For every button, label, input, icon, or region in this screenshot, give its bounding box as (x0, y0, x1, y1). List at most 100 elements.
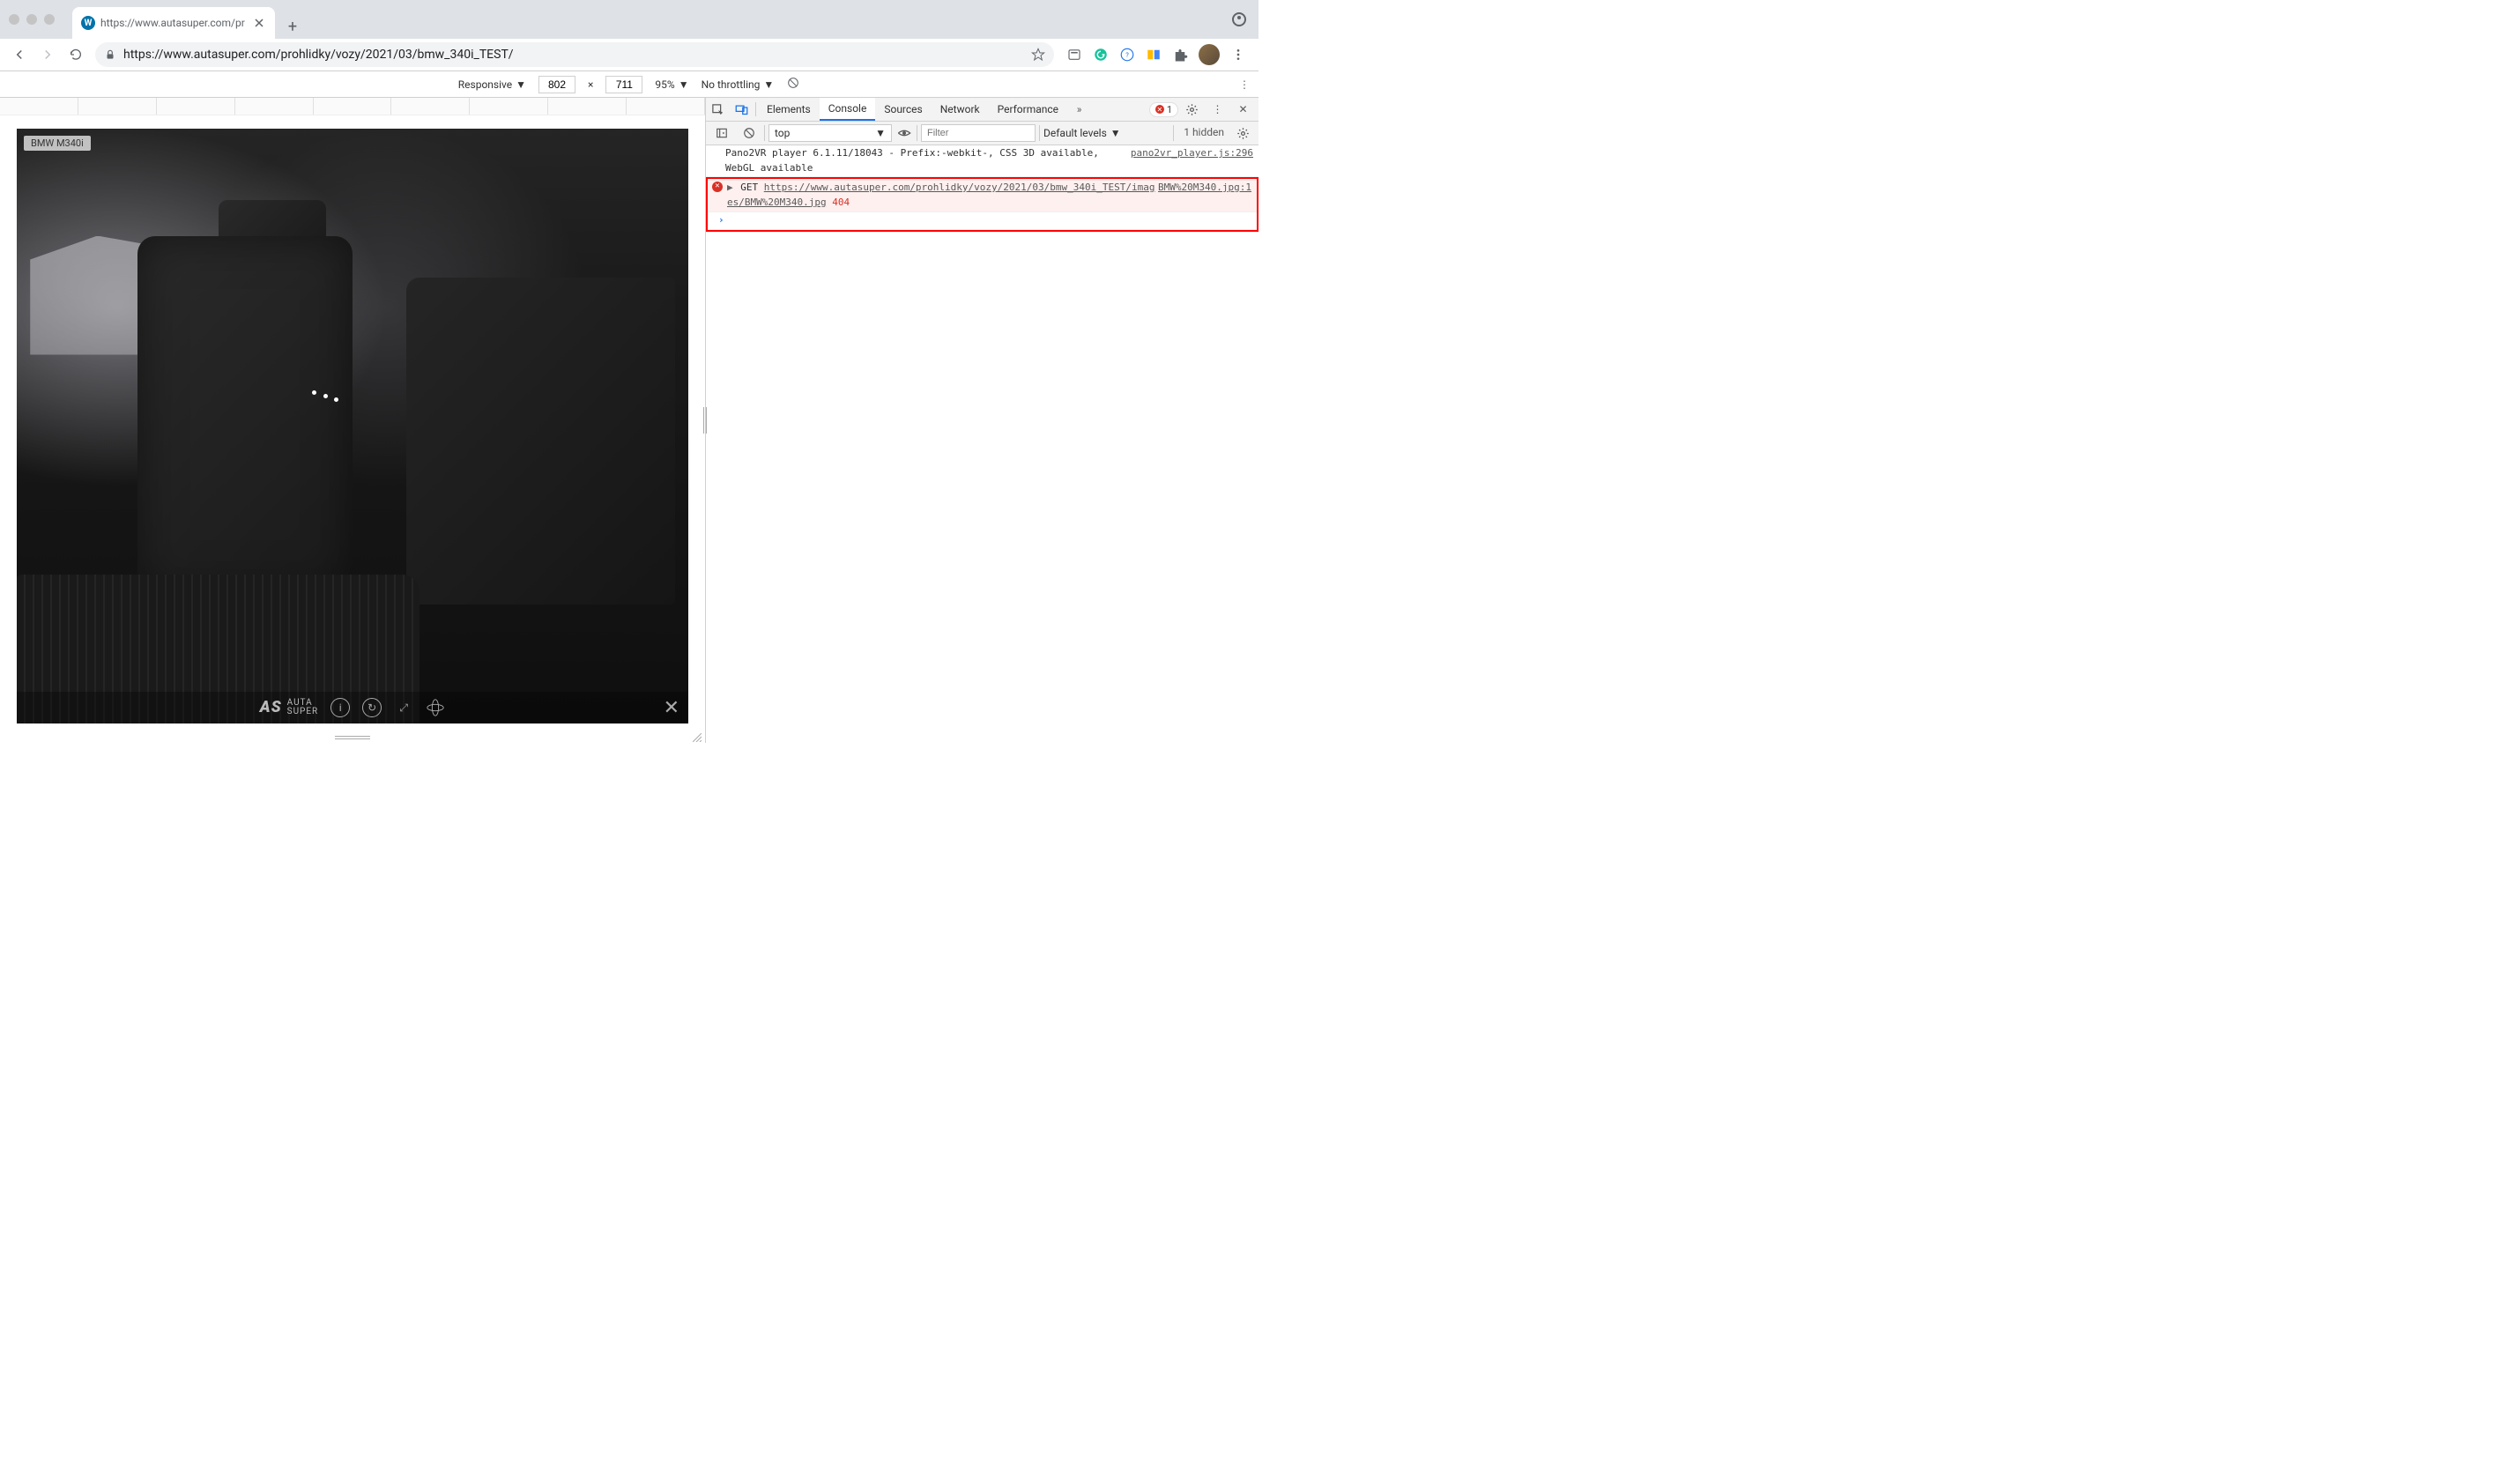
console-prompt[interactable]: › (708, 212, 1257, 230)
panorama-image (17, 129, 688, 723)
device-mode-select[interactable]: Responsive ▼ (458, 78, 526, 91)
hidden-count[interactable]: 1 hidden (1173, 125, 1228, 141)
tab-network[interactable]: Network (932, 98, 989, 121)
zoom-label: 95% (655, 78, 674, 91)
chrome-menu-icon[interactable] (1230, 47, 1246, 63)
console-settings-gear-icon[interactable] (1231, 122, 1255, 145)
devtools-tabbar: Elements Console Sources Network Perform… (706, 98, 1258, 122)
tab-sources[interactable]: Sources (875, 98, 931, 121)
close-tab-icon[interactable] (252, 16, 266, 30)
profile-avatar[interactable] (1199, 44, 1220, 65)
error-count-badge[interactable]: ✕ 1 (1149, 102, 1178, 117)
chevron-down-icon: ▼ (875, 127, 886, 139)
device-toolbar: Responsive ▼ × 95% ▼ No throttling ▼ ⋮ (0, 71, 1258, 98)
back-button[interactable] (7, 42, 32, 67)
http-status: 404 (832, 197, 850, 208)
log-levels-select[interactable]: Default levels ▼ (1043, 127, 1121, 139)
extensions-puzzle-icon[interactable] (1172, 47, 1188, 63)
live-expression-icon[interactable] (895, 126, 913, 140)
reload-button[interactable] (63, 42, 88, 67)
maximize-window-button[interactable] (44, 14, 55, 25)
browser-chrome: W https://www.autasuper.com/pr + https:/… (0, 0, 1258, 71)
console-log-line: Pano2VR player 6.1.11/18043 - Prefix:-we… (706, 145, 1258, 177)
error-url[interactable]: https://www.autasuper.com/prohlidky/vozy… (727, 182, 1155, 208)
rotate-icon[interactable] (786, 76, 800, 93)
error-dot-icon: ✕ (712, 182, 723, 192)
log-levels-label: Default levels (1043, 127, 1107, 139)
device-toolbar-menu-icon[interactable]: ⋮ (1239, 78, 1250, 91)
log-source-link[interactable]: pano2vr_player.js:296 (1131, 146, 1253, 175)
device-mode-toggle-icon[interactable] (730, 98, 754, 122)
viewport-container: BMW M340i AS AUTASUPER i ↻ ⤢ ✕ (0, 115, 705, 743)
expand-arrow-icon[interactable]: ▶ (727, 182, 733, 193)
viewport-height-input[interactable] (605, 76, 642, 93)
chevron-down-icon: ▼ (763, 78, 774, 91)
zoom-select[interactable]: 95% ▼ (655, 78, 688, 91)
close-window-button[interactable] (9, 14, 19, 25)
extension-icon[interactable]: ? (1119, 47, 1135, 63)
gyro-icon[interactable] (426, 698, 445, 717)
svg-text:?: ? (1125, 51, 1129, 59)
tab-strip: W https://www.autasuper.com/pr + (72, 0, 1250, 39)
console-body[interactable]: Pano2VR player 6.1.11/18043 - Prefix:-we… (706, 145, 1258, 743)
throttling-label: No throttling (702, 78, 761, 91)
tab-title: https://www.autasuper.com/pr (100, 17, 247, 29)
prompt-caret-icon: › (718, 213, 724, 228)
auta-super-logo: AS AUTASUPER (260, 699, 318, 716)
chevron-down-icon: ▼ (679, 78, 689, 91)
log-message: Pano2VR player 6.1.11/18043 - Prefix:-we… (725, 146, 1131, 175)
error-source-link[interactable]: BMW%20M340.jpg:1 (1158, 181, 1251, 196)
devtools-panel: Elements Console Sources Network Perform… (705, 98, 1258, 743)
loading-spinner-icon (312, 390, 338, 399)
panorama-viewport[interactable]: BMW M340i AS AUTASUPER i ↻ ⤢ ✕ (17, 129, 688, 723)
address-bar[interactable]: https://www.autasuper.com/prohlidky/vozy… (95, 42, 1054, 67)
chevron-down-icon: ▼ (516, 78, 526, 91)
close-devtools-icon[interactable]: ✕ (1231, 98, 1255, 122)
bookmark-star-icon[interactable] (1031, 48, 1045, 62)
viewport-width-input[interactable] (538, 76, 575, 93)
clear-console-icon[interactable] (737, 122, 761, 145)
nav-toolbar: https://www.autasuper.com/prohlidky/vozy… (0, 39, 1258, 70)
console-error-line: ✕ ▶ GET BMW%20M340.jpg:1 https://www.aut… (708, 179, 1257, 212)
inspect-element-icon[interactable] (706, 98, 730, 122)
pane-divider-handle[interactable] (703, 407, 707, 434)
extension-icon-2[interactable] (1146, 47, 1162, 63)
tab-performance[interactable]: Performance (989, 98, 1067, 121)
main-layout: BMW M340i AS AUTASUPER i ↻ ⤢ ✕ (0, 98, 1258, 743)
wordpress-favicon-icon: W (81, 16, 95, 30)
panorama-title-badge: BMW M340i (24, 136, 91, 151)
title-bar: W https://www.autasuper.com/pr + (0, 0, 1258, 39)
grammarly-icon[interactable] (1093, 47, 1109, 63)
console-filter-input[interactable] (921, 124, 1036, 142)
device-mode-label: Responsive (458, 78, 512, 91)
chevron-down-icon: ▼ (1110, 127, 1121, 139)
throttling-select[interactable]: No throttling ▼ (702, 78, 775, 91)
reload-panorama-icon[interactable]: ↻ (362, 698, 382, 717)
error-dot-icon: ✕ (1155, 105, 1164, 114)
http-method: GET (740, 182, 758, 193)
context-select[interactable]: top ▼ (768, 124, 892, 142)
devtools-menu-icon[interactable]: ⋮ (1206, 98, 1229, 122)
console-sidebar-toggle-icon[interactable] (709, 122, 733, 145)
fullscreen-icon[interactable]: ⤢ (394, 698, 413, 717)
account-indicator-icon[interactable] (1232, 12, 1246, 26)
close-panorama-icon[interactable]: ✕ (664, 697, 679, 719)
browser-tab[interactable]: W https://www.autasuper.com/pr (72, 7, 275, 39)
reader-mode-icon[interactable] (1066, 47, 1082, 63)
tab-elements[interactable]: Elements (758, 98, 820, 121)
context-label: top (775, 127, 790, 139)
forward-button[interactable] (35, 42, 60, 67)
url-text: https://www.autasuper.com/prohlidky/vozy… (123, 48, 1024, 62)
more-tabs-icon[interactable]: » (1067, 98, 1091, 122)
minimize-window-button[interactable] (26, 14, 37, 25)
resize-handle-bottom[interactable] (335, 736, 370, 739)
console-filter-bar: top ▼ Default levels ▼ 1 hidden (706, 122, 1258, 145)
lock-icon (104, 48, 116, 61)
highlighted-error-region: ✕ ▶ GET BMW%20M340.jpg:1 https://www.aut… (706, 177, 1258, 232)
info-icon[interactable]: i (330, 698, 350, 717)
panorama-controls: AS AUTASUPER i ↻ ⤢ ✕ (17, 692, 688, 723)
settings-gear-icon[interactable] (1180, 98, 1204, 122)
resize-handle-corner[interactable] (693, 732, 702, 741)
new-tab-button[interactable]: + (280, 14, 305, 39)
tab-console[interactable]: Console (820, 98, 876, 121)
